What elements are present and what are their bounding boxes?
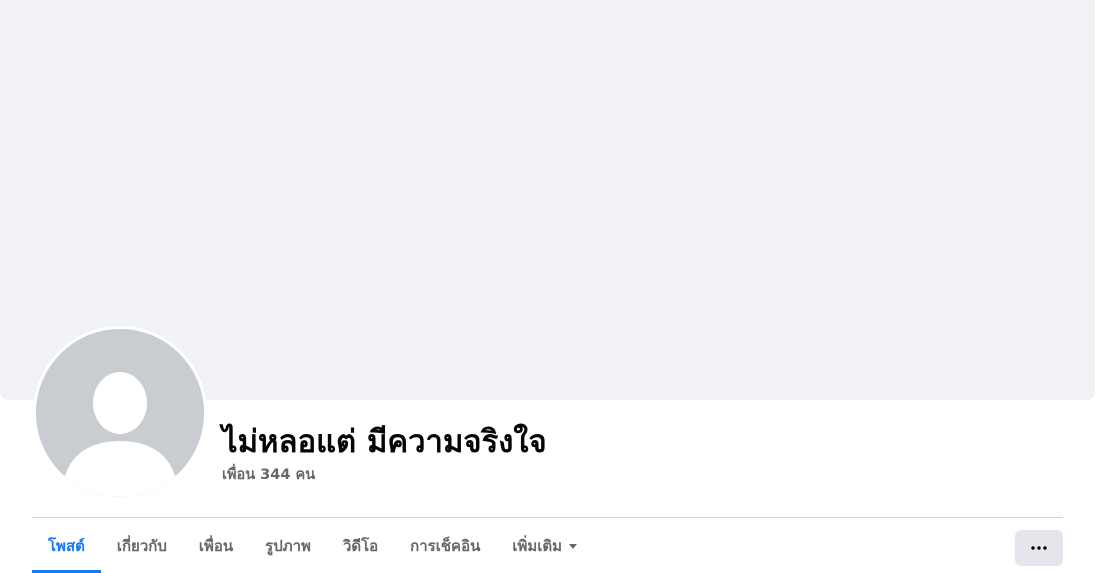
friends-count[interactable]: เพื่อน 344 คน	[222, 465, 315, 485]
more-options-button[interactable]	[1015, 530, 1063, 566]
tab-photos-label: รูปภาพ	[265, 536, 311, 555]
avatar[interactable]	[36, 329, 204, 497]
profile-page: ไม่หลอแต่ มีความจริงใจ เพื่อน 344 คน โพส…	[0, 0, 1097, 573]
more-horizontal-icon	[1031, 546, 1047, 550]
tab-more-label: เพิ่มเติม	[512, 536, 563, 555]
tab-check-ins[interactable]: การเช็คอิน	[394, 518, 496, 573]
tab-photos[interactable]: รูปภาพ	[249, 518, 327, 573]
default-avatar-silhouette-icon	[36, 329, 204, 497]
tab-videos[interactable]: วิดีโอ	[327, 518, 394, 573]
tab-friends[interactable]: เพื่อน	[183, 518, 249, 573]
tab-posts-label: โพสต์	[48, 536, 85, 555]
tab-videos-label: วิดีโอ	[342, 536, 379, 555]
chevron-down-icon	[569, 544, 578, 549]
tab-posts[interactable]: โพสต์	[32, 518, 101, 573]
profile-tabs: โพสต์ เกี่ยวกับ เพื่อน รูปภาพ วิดีโอ การ…	[32, 518, 593, 573]
tab-check-ins-label: การเช็คอิน	[410, 536, 481, 555]
tab-friends-label: เพื่อน	[198, 536, 234, 555]
tab-more[interactable]: เพิ่มเติม	[496, 518, 593, 573]
profile-picture-frame[interactable]	[33, 326, 207, 500]
profile-name: ไม่หลอแต่ มีความจริงใจ	[222, 424, 547, 460]
tab-about[interactable]: เกี่ยวกับ	[101, 518, 183, 573]
tab-about-label: เกี่ยวกับ	[116, 536, 167, 555]
